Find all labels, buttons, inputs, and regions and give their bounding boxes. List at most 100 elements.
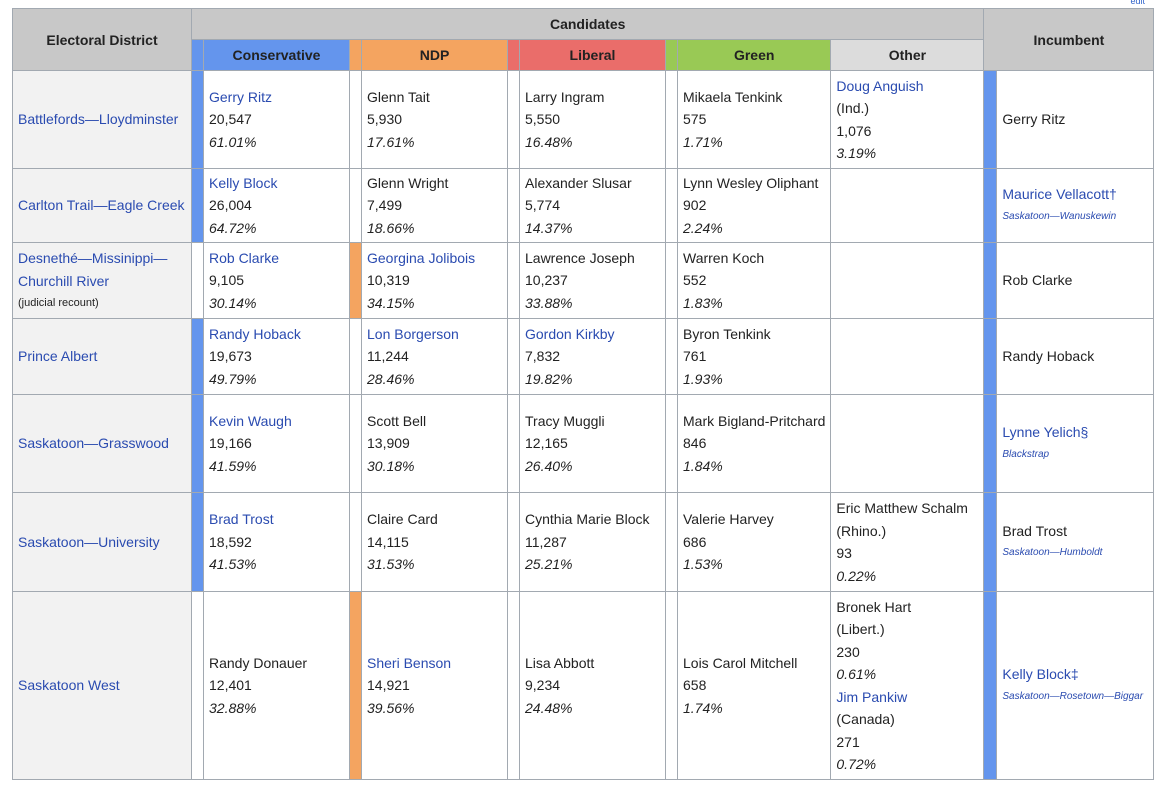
table-row: Desnethé—Missinippi—Churchill River (judi…: [12, 242, 1155, 319]
candidate-percent: 0.72%: [836, 756, 877, 772]
candidate-cell-ndp: Glenn Tait 5,930 17.61%: [361, 70, 508, 169]
candidate-cell-green: Byron Tenkink 761 1.93%: [676, 318, 832, 395]
district-link[interactable]: Saskatoon West: [18, 674, 186, 697]
candidate-link[interactable]: Gordon Kirkby: [525, 323, 660, 346]
header-party-conservative: Conservative: [203, 39, 350, 71]
candidate-percent: 1.74%: [683, 699, 723, 716]
candidate-votes: 9,234: [525, 677, 561, 694]
district-cell: Saskatoon West: [12, 591, 192, 780]
incumbent-riding-link[interactable]: Saskatoon—Humboldt: [1002, 542, 1148, 564]
edit-link[interactable]: edit: [1130, 0, 1145, 6]
candidate-votes: 12,165: [525, 435, 568, 452]
candidate-link[interactable]: Sheri Benson: [367, 652, 502, 675]
incumbent-name: Brad Trost: [1002, 522, 1067, 539]
winner-strip-green: [665, 168, 678, 243]
candidate-link[interactable]: Brad Trost: [209, 508, 344, 531]
candidate-name: Claire Card: [367, 511, 438, 528]
incumbent-link[interactable]: Lynne Yelich§: [1002, 421, 1148, 444]
incumbent-riding-link[interactable]: Saskatoon—Rosetown—Biggar: [1002, 686, 1148, 708]
candidate-cell-other: Bronek Hart (Libert.) 230 0.61% Jim Pankiw (C…: [830, 591, 985, 780]
incumbent-cell: Gerry Ritz: [996, 70, 1155, 169]
candidate-cell-green: Valerie Harvey 686 1.53%: [676, 492, 832, 592]
candidate-votes: 93: [836, 545, 852, 561]
candidate-link[interactable]: Kevin Waugh: [209, 410, 344, 433]
candidate-percent: 26.40%: [525, 457, 573, 474]
winner-strip-conservative: [191, 394, 204, 493]
candidate-votes: 5,550: [525, 111, 561, 128]
candidate-votes: 9,105: [209, 272, 245, 289]
district-link[interactable]: Desnethé—Missinippi—Churchill River: [18, 247, 186, 292]
district-link[interactable]: Prince Albert: [18, 345, 186, 368]
candidate-cell-ndp: Claire Card 14,115 31.53%: [361, 492, 508, 592]
incumbent-riding-link[interactable]: Saskatoon—Wanuskewin: [1002, 206, 1148, 228]
winner-strip-green: [665, 242, 678, 319]
candidate-votes: 552: [683, 272, 707, 289]
candidate-link[interactable]: Randy Hoback: [209, 323, 344, 346]
candidate-link[interactable]: Jim Pankiw: [836, 686, 978, 709]
winner-strip-green: [665, 70, 678, 169]
candidate-cell-liberal: Cynthia Marie Block 11,287 25.21%: [519, 492, 666, 592]
winner-strip-ndp: [349, 318, 362, 395]
district-link[interactable]: Carlton Trail—Eagle Creek: [18, 194, 186, 217]
candidate-percent: 18.66%: [367, 219, 415, 236]
incumbent-strip: [983, 168, 998, 243]
header-party-ndp: NDP: [361, 39, 508, 71]
winner-strip-ndp: [349, 242, 362, 319]
district-cell: Saskatoon—Grasswood: [12, 394, 192, 493]
candidate-percent: 1.53%: [683, 556, 723, 573]
candidate-cell-ndp: Lon Borgerson 11,244 28.46%: [361, 318, 508, 395]
candidate-percent: 33.88%: [525, 294, 573, 311]
candidate-name: Cynthia Marie Block: [525, 511, 650, 528]
candidate-link[interactable]: Lon Borgerson: [367, 323, 502, 346]
candidate-percent: 24.48%: [525, 699, 573, 716]
candidate-link[interactable]: Georgina Jolibois: [367, 247, 502, 270]
district-link[interactable]: Saskatoon—University: [18, 531, 186, 554]
winner-strip-conservative: [191, 70, 204, 169]
candidate-votes: 13,909: [367, 435, 410, 452]
district-link[interactable]: Battlefords—Lloydminster: [18, 108, 186, 131]
candidate-name: Glenn Wright: [367, 174, 449, 191]
candidate-percent: 39.56%: [367, 699, 415, 716]
candidate-cell-liberal: Alexander Slusar 5,774 14.37%: [519, 168, 666, 243]
candidate-percent: 16.48%: [525, 133, 573, 150]
incumbent-name: Randy Hoback: [1002, 348, 1095, 365]
candidate-cell-liberal: Lawrence Joseph 10,237 33.88%: [519, 242, 666, 319]
candidate-cell-conservative: Gerry Ritz 20,547 61.01%: [203, 70, 350, 169]
candidate-link[interactable]: Doug Anguish: [836, 75, 978, 98]
candidate-percent: 0.61%: [836, 666, 877, 682]
candidate-votes: 14,115: [367, 533, 409, 550]
candidate-name: Scott Bell: [367, 412, 427, 429]
candidate-link[interactable]: Kelly Block: [209, 172, 344, 195]
table-row: Saskatoon—University Brad Trost 18,592 41.5…: [12, 492, 1155, 592]
candidate-cell-ndp: Sheri Benson 14,921 39.56%: [361, 591, 508, 780]
candidate-name: Larry Ingram: [525, 88, 605, 105]
candidate-cell-green: Lynn Wesley Oliphant 902 2.24%: [676, 168, 832, 243]
candidate-votes: 271: [836, 733, 860, 750]
candidate-votes: 10,319: [367, 272, 410, 289]
incumbent-link[interactable]: Kelly Block‡: [1002, 663, 1148, 686]
candidate-votes: 5,930: [367, 111, 403, 128]
candidate-votes: 14,921: [367, 677, 410, 694]
winner-strip-conservative: [191, 318, 204, 395]
district-link[interactable]: Saskatoon—Grasswood: [18, 432, 186, 455]
candidate-cell-ndp: Glenn Wright 7,499 18.66%: [361, 168, 508, 243]
candidate-percent: 61.01%: [209, 133, 257, 150]
incumbent-cell: Maurice Vellacott† Saskatoon—Wanuskewin: [996, 168, 1155, 243]
candidate-link[interactable]: Rob Clarke: [209, 247, 344, 270]
candidate-percent: 64.72%: [209, 219, 257, 236]
candidate-link[interactable]: Gerry Ritz: [209, 86, 344, 109]
incumbent-riding-link[interactable]: Blackstrap: [1002, 444, 1148, 466]
winner-strip-green: [665, 591, 678, 780]
candidate-cell-liberal: Gordon Kirkby 7,832 19.82%: [519, 318, 666, 395]
winner-strip-ndp: [349, 492, 362, 592]
header-electoral-district: Electoral District: [12, 8, 192, 71]
candidate-name: Warren Koch: [683, 249, 765, 266]
candidate-name: Mark Bigland-Pritchard: [683, 412, 826, 429]
candidate-name: Tracy Muggli: [525, 412, 605, 429]
district-cell: Carlton Trail—Eagle Creek: [12, 168, 192, 243]
candidate-percent: 41.59%: [209, 457, 257, 474]
incumbent-link[interactable]: Maurice Vellacott†: [1002, 183, 1148, 206]
candidate-votes: 10,237: [525, 272, 568, 289]
candidate-party: (Ind.): [836, 100, 870, 116]
winner-strip-green: [665, 318, 678, 395]
